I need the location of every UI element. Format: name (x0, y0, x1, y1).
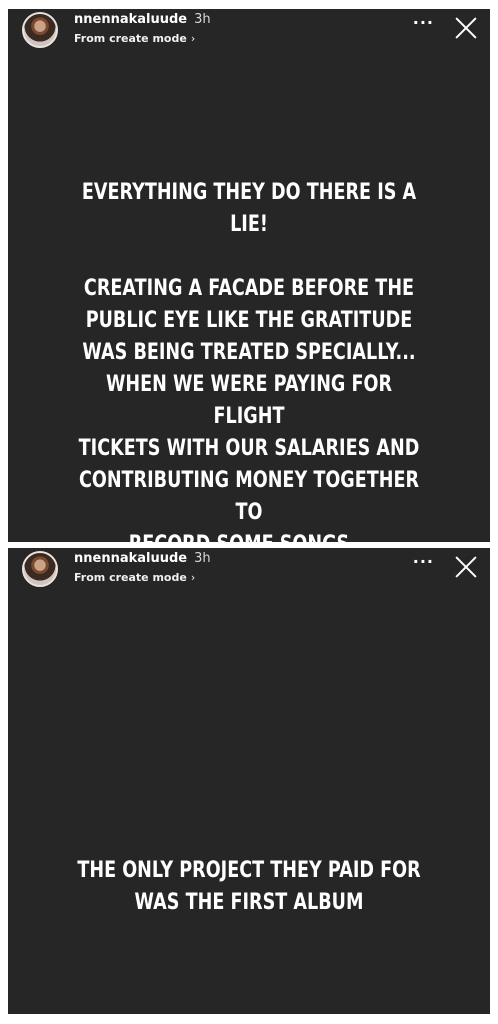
close-icon[interactable] (452, 553, 480, 581)
story-card-2: nnennakaluude 3h From create mode › ··· TH… (8, 548, 490, 1014)
story-header: nnennakaluude 3h From create mode › ··· (8, 548, 490, 592)
username[interactable]: nnennakaluude (74, 551, 187, 566)
create-mode-link[interactable]: From create mode › (74, 32, 195, 45)
post-time: 3h (194, 12, 211, 27)
post-time: 3h (194, 551, 211, 566)
story-paragraph: THE ONLY PROJECT THEY PAID FOR WAS THE F… (77, 858, 421, 915)
avatar[interactable] (22, 551, 58, 587)
story-text: THE ONLY PROJECT THEY PAID FOR WAS THE F… (77, 855, 421, 919)
chevron-right-icon: › (190, 571, 196, 584)
user-line: nnennakaluude 3h (74, 12, 211, 27)
chevron-right-icon: › (190, 32, 196, 45)
create-mode-label: From create mode (74, 571, 187, 584)
close-icon[interactable] (452, 14, 480, 42)
avatar[interactable] (22, 12, 58, 48)
story-card-1: nnennakaluude 3h From create mode › ··· EV… (8, 9, 490, 542)
more-options-icon[interactable]: ··· (413, 554, 434, 570)
more-options-icon[interactable]: ··· (413, 15, 434, 31)
story-paragraph: EVERYTHING THEY DO THERE IS A LIE! (81, 180, 417, 237)
create-mode-link[interactable]: From create mode › (74, 571, 195, 584)
story-header: nnennakaluude 3h From create mode › ··· (8, 9, 490, 53)
story-text: EVERYTHING THEY DO THERE IS A LIE! CREAT… (77, 177, 421, 542)
username[interactable]: nnennakaluude (74, 12, 187, 27)
create-mode-label: From create mode (74, 32, 187, 45)
user-line: nnennakaluude 3h (74, 551, 211, 566)
story-paragraph: CREATING A FACADE BEFORE THE PUBLIC EYE … (78, 276, 420, 542)
